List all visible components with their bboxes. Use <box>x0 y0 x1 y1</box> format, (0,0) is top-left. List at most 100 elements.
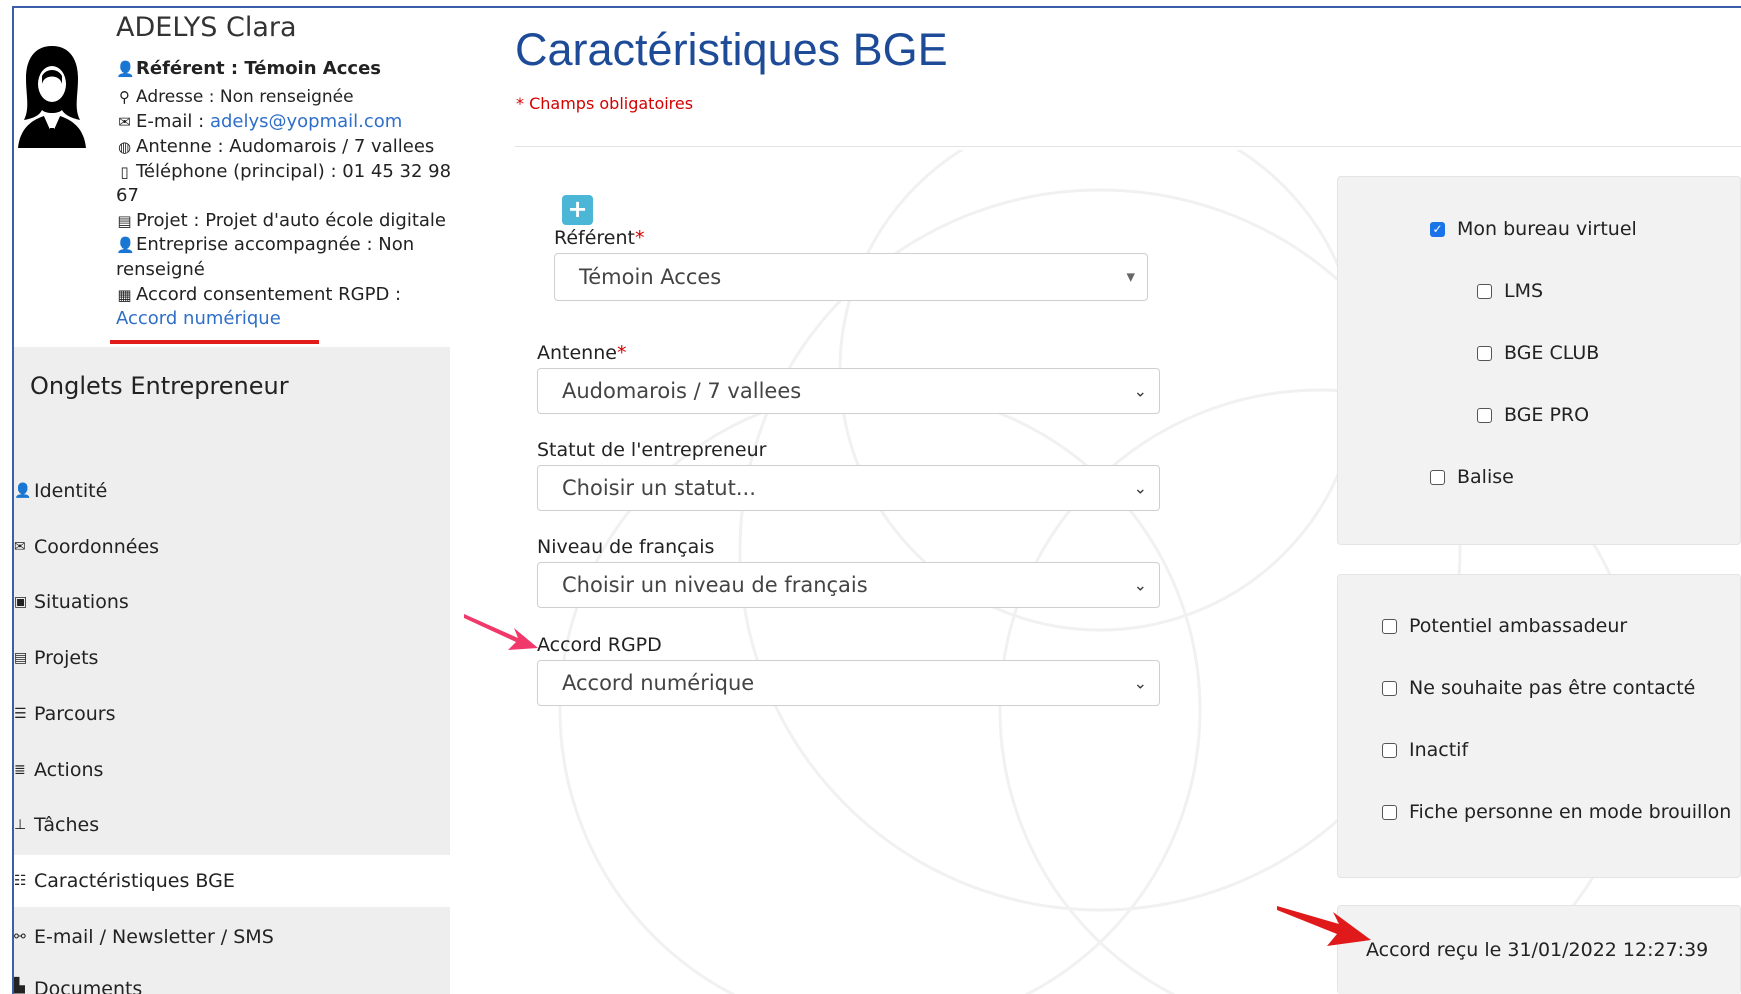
list-alt-icon: ☰ <box>14 706 27 722</box>
checkbox-icon[interactable] <box>1382 742 1397 758</box>
checkbox-label: Mon bureau virtuel <box>1457 218 1637 240</box>
profile-entreprise: 👤Entreprise accompagnée : Non <box>116 233 414 257</box>
profile-antenne-text: Antenne : Audomarois / 7 vallees <box>136 136 435 157</box>
file-icon: ▙ <box>14 978 25 994</box>
niveau-select[interactable]: Choisir un niveau de français ⌄ <box>537 562 1160 608</box>
profile-phone: ▯ Téléphone (principal) : 01 45 32 98 <box>116 160 451 184</box>
user-icon: 👤 <box>116 236 135 254</box>
statut-select[interactable]: Choisir un statut... ⌄ <box>537 465 1160 511</box>
sidebar-item-label: Identité <box>34 480 108 502</box>
checkbox-label: LMS <box>1504 280 1544 302</box>
book-icon: ▤ <box>14 650 28 666</box>
sidebar-item-actions[interactable]: ≣ Actions <box>14 744 450 796</box>
profile-address-text: Adresse : Non renseignée <box>136 87 354 107</box>
antenne-select-value: Audomarois / 7 vallees <box>562 379 802 403</box>
referent-select-value: Témoin Acces <box>579 265 722 289</box>
profile-phone-cont: 67 <box>116 185 139 206</box>
profile-referent: 👤Référent : Témoin Acces <box>116 57 381 81</box>
checkbox-icon[interactable] <box>1477 283 1492 299</box>
pin-icon: ⊥ <box>14 817 27 833</box>
globe-icon: ◍ <box>117 138 132 156</box>
checkbox-label: BGE PRO <box>1504 404 1590 426</box>
sidebar-item-coordonnees[interactable]: ✉ Coordonnées <box>14 521 450 573</box>
highlight-underline <box>110 340 319 344</box>
niveau-select-value: Choisir un niveau de français <box>562 573 868 597</box>
annotation-arrow-icon <box>1277 906 1371 946</box>
frame-border-top <box>12 6 1741 8</box>
sidebar-item-label: E-mail / Newsletter / SMS <box>34 926 274 948</box>
antenne-label: Antenne* <box>537 342 626 364</box>
checkbox-icon[interactable] <box>1477 407 1492 423</box>
checkbox-bge-club[interactable]: BGE CLUB <box>1477 342 1599 364</box>
sidebar-item-email-newsletter[interactable]: ⚯ E-mail / Newsletter / SMS <box>14 911 450 963</box>
sidebar-item-label: Coordonnées <box>34 536 160 558</box>
profile-referent-text: Référent : Témoin Acces <box>136 58 382 79</box>
checkbox-bge-pro[interactable]: BGE PRO <box>1477 404 1589 426</box>
profile-projet: ▤ Projet : Projet d'auto école digitale <box>116 209 446 233</box>
niveau-label: Niveau de français <box>537 536 715 558</box>
checkbox-icon[interactable] <box>1382 618 1397 634</box>
checkbox-fiche-brouillon[interactable]: Fiche personne en mode brouillon <box>1382 801 1731 823</box>
checkbox-balise[interactable]: Balise <box>1430 466 1514 488</box>
checkbox-icon[interactable] <box>1382 680 1397 696</box>
checkbox-icon[interactable] <box>1477 345 1492 361</box>
profile-rgpd: ▦ Accord consentement RGPD : <box>116 283 401 307</box>
link-icon: ⚯ <box>14 929 26 945</box>
user-icon: 👤 <box>116 60 135 78</box>
sidebar-item-taches[interactable]: ⊥ Tâches <box>14 799 450 851</box>
map-marker-icon: ⚲ <box>119 88 130 106</box>
add-referent-button[interactable]: + <box>562 195 593 225</box>
profile-entreprise-text: Entreprise accompagnée : Non <box>136 234 415 255</box>
profile-rgpd-link[interactable]: Accord numérique <box>116 308 281 329</box>
checkbox-label: Ne souhaite pas être contacté <box>1409 677 1696 699</box>
profile-rgpd-value: Accord numérique <box>116 307 281 331</box>
list-icon: ≣ <box>14 762 26 778</box>
chevron-down-icon: ⌄ <box>1133 478 1147 498</box>
antenne-select[interactable]: Audomarois / 7 vallees ⌄ <box>537 368 1160 414</box>
sidebar-item-projets[interactable]: ▤ Projets <box>14 632 450 684</box>
checkbox-potentiel-ambassadeur[interactable]: Potentiel ambassadeur <box>1382 615 1627 637</box>
checkbox-icon[interactable] <box>1430 469 1445 485</box>
envelope-icon: ✉ <box>14 539 26 555</box>
sidebar-item-caracteristiques[interactable]: ☷ Caractéristiques BGE <box>14 855 450 907</box>
checkbox-mon-bureau-virtuel[interactable]: ✓ Mon bureau virtuel <box>1430 218 1637 240</box>
antenne-label-text: Antenne <box>537 342 617 364</box>
sidebar-item-identite[interactable]: 👤 Identité <box>14 465 450 517</box>
rgpd-label: Accord RGPD <box>537 634 662 656</box>
checkbox-checked-icon[interactable]: ✓ <box>1430 221 1445 237</box>
chevron-down-icon: ⌄ <box>1133 575 1147 595</box>
sidebar-item-situations[interactable]: ▣ Situations <box>14 576 450 628</box>
database-icon: ☷ <box>14 873 27 889</box>
profile-address: ⚲ Adresse : Non renseignée <box>116 85 354 109</box>
checkbox-lms[interactable]: LMS <box>1477 280 1543 302</box>
profile-rgpd-label: Accord consentement RGPD : <box>136 284 402 305</box>
required-marker: * <box>635 227 645 249</box>
annotation-arrow-icon <box>464 614 538 650</box>
profile-email-link[interactable]: adelys@yopmail.com <box>210 111 402 132</box>
referent-label-text: Référent <box>554 227 635 249</box>
chevron-down-icon: ⌄ <box>1133 381 1147 401</box>
profile-projet-text: Projet : Projet d'auto école digitale <box>136 210 447 231</box>
rgpd-select[interactable]: Accord numérique ⌄ <box>537 660 1160 706</box>
chevron-down-icon: ⌄ <box>1133 673 1147 693</box>
phone-icon: ▯ <box>120 163 129 181</box>
book-icon: ▤ <box>117 212 132 230</box>
referent-select[interactable]: Témoin Acces ▼ <box>554 253 1148 301</box>
envelope-icon: ✉ <box>118 113 131 131</box>
checkbox-inactif[interactable]: Inactif <box>1382 739 1468 761</box>
rgpd-select-value: Accord numérique <box>562 671 755 695</box>
accord-received-note: Accord reçu le 31/01/2022 12:27:39 <box>1366 939 1709 961</box>
briefcase-icon: ▣ <box>14 594 28 610</box>
checkbox-label: Balise <box>1457 466 1514 488</box>
sidebar-title: Onglets Entrepreneur <box>30 372 289 400</box>
sidebar-item-label: Documents <box>34 978 143 994</box>
profile-email: ✉ E-mail : adelys@yopmail.com <box>116 110 402 134</box>
profile-entreprise-cont: renseigné <box>116 259 205 280</box>
sidebar-item-label: Parcours <box>34 703 116 725</box>
sidebar-item-parcours[interactable]: ☰ Parcours <box>14 688 450 740</box>
sidebar-item-label: Projets <box>34 647 99 669</box>
sidebar-item-documents[interactable]: ▙ Documents <box>14 966 450 994</box>
list-alt-icon: ▦ <box>117 286 132 304</box>
checkbox-icon[interactable] <box>1382 804 1397 820</box>
checkbox-ne-souhaite-pas[interactable]: Ne souhaite pas être contacté <box>1382 677 1695 699</box>
